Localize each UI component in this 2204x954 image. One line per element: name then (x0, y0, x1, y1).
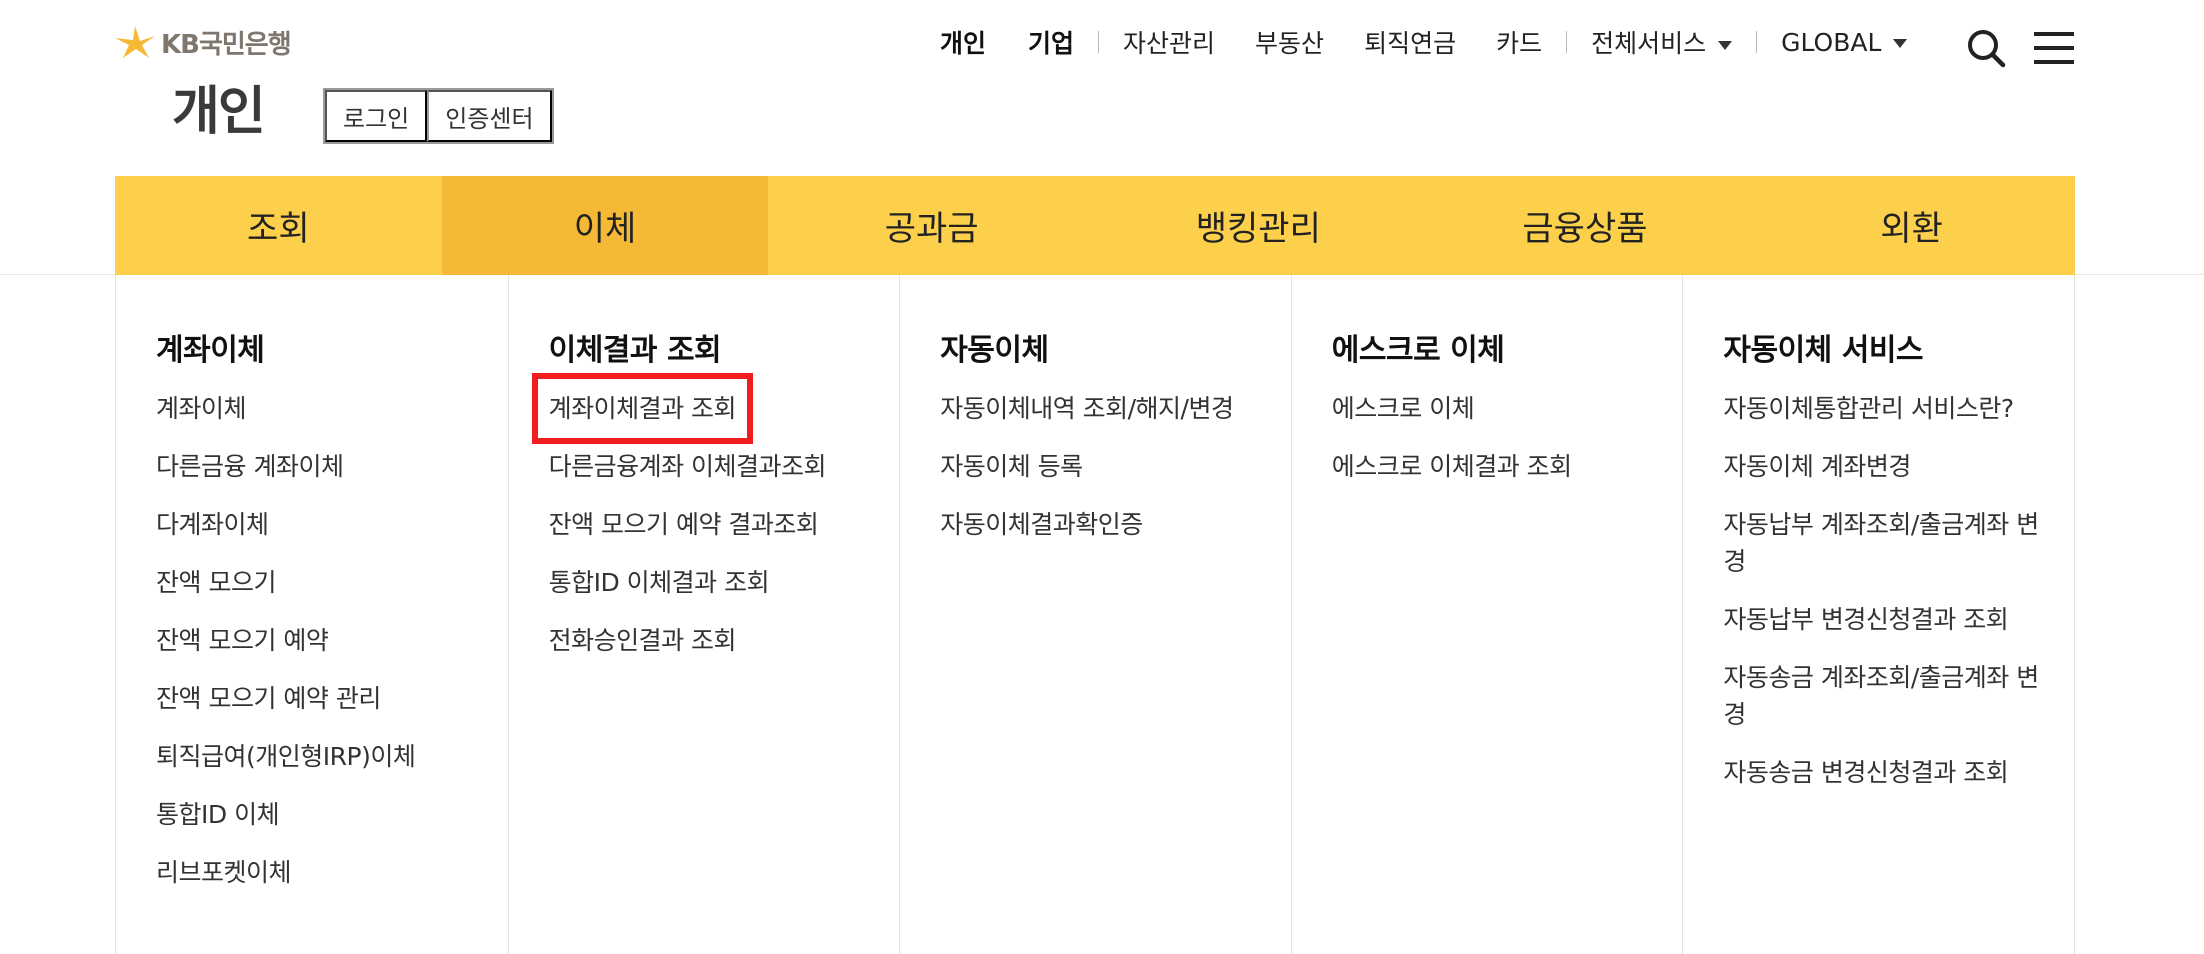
kb-bank-page: KB국민은행 개인 기업 자산관리 부동산 퇴직연금 카드 전체서비스 GLOB… (0, 0, 2204, 954)
submenu-link[interactable]: 자동납부 변경신청결과 조회 (1723, 601, 2043, 638)
tab-transfer[interactable]: 이체 (441, 176, 769, 275)
submenu-link[interactable]: 자동이체 계좌변경 (1723, 448, 2043, 485)
submenu-link[interactable]: 리브포켓이체 (156, 854, 476, 891)
submenu-link[interactable]: 자동이체결과확인증 (940, 506, 1260, 543)
submenu-link[interactable]: 퇴직급여(개인형IRP)이체 (156, 738, 476, 775)
submenu-link[interactable]: 에스크로 이체결과 조회 (1332, 448, 1652, 485)
submenu-column-auto-transfer-service: 자동이체 서비스 자동이체통합관리 서비스란? 자동이체 계좌변경 자동납부 계… (1682, 275, 2074, 954)
submenu-link[interactable]: 다른금융계좌 이체결과조회 (549, 448, 869, 485)
caret-down-icon (1893, 39, 1908, 48)
submenu-link[interactable]: 통합ID 이체 (156, 796, 476, 833)
submenu-link[interactable]: 자동납부 계좌조회/출금계좌 변경 (1723, 506, 2043, 580)
column-list: 계좌이체 다른금융 계좌이체 다계좌이체 잔액 모으기 잔액 모으기 예약 잔액… (156, 390, 508, 891)
submenu-link[interactable]: 자동송금 계좌조회/출금계좌 변경 (1723, 659, 2043, 733)
gnb-divider (1756, 31, 1758, 53)
submenu-column-transfer-results: 이체결과 조회 계좌이체결과 조회 다른금융계좌 이체결과조회 잔액 모으기 예… (507, 275, 900, 954)
tab-inquiry[interactable]: 조회 (115, 176, 442, 275)
highlighted-item-wrapper: 계좌이체결과 조회 (531, 373, 900, 444)
submenu-link[interactable]: 전화승인결과 조회 (549, 622, 869, 659)
tab-foreign-exchange[interactable]: 외환 (1748, 176, 2075, 275)
tab-financial-products[interactable]: 금융상품 (1422, 176, 1749, 275)
submenu-link[interactable]: 자동이체 등록 (940, 448, 1260, 485)
submenu-link-highlighted[interactable]: 계좌이체결과 조회 (531, 373, 754, 444)
gnb-personal[interactable]: 개인 (940, 24, 986, 60)
column-title: 자동이체 (940, 333, 1049, 368)
column-title: 이체결과 조회 (548, 333, 722, 368)
submenu-link[interactable]: 다른금융 계좌이체 (156, 448, 476, 485)
logo-text: KB국민은행 (161, 29, 292, 60)
submenu-column-auto-transfer: 자동이체 자동이체내역 조회/해지/변경 자동이체 등록 자동이체결과확인증 (899, 275, 1291, 954)
column-list: 에스크로 이체 에스크로 이체결과 조회 (1332, 390, 1683, 485)
gnb-pension[interactable]: 퇴직연금 (1364, 24, 1456, 60)
gnb-divider (1098, 31, 1100, 53)
gnb-global[interactable]: GLOBAL (1781, 27, 1908, 57)
submenu-column-escrow: 에스크로 이체 에스크로 이체 에스크로 이체결과 조회 (1290, 275, 1683, 954)
cert-center-button[interactable]: 인증센터 (427, 90, 552, 142)
submenu-link[interactable]: 자동이체내역 조회/해지/변경 (940, 390, 1260, 427)
submenu-link[interactable]: 잔액 모으기 (156, 564, 476, 601)
login-button-group: 로그인 인증센터 (323, 88, 554, 144)
column-list: 자동이체내역 조회/해지/변경 자동이체 등록 자동이체결과확인증 (940, 390, 1291, 543)
global-nav: 개인 기업 자산관리 부동산 퇴직연금 카드 전체서비스 GLOBAL (940, 22, 1908, 62)
hamburger-menu-icon[interactable] (2034, 30, 2074, 66)
submenu-link[interactable]: 계좌이체 (156, 390, 476, 427)
column-list: 자동이체통합관리 서비스란? 자동이체 계좌변경 자동납부 계좌조회/출금계좌 … (1723, 390, 2074, 791)
submenu-link[interactable]: 잔액 모으기 예약 관리 (156, 680, 476, 717)
main-menu: 조회 이체 공과금 뱅킹관리 금융상품 외환 (115, 176, 2075, 275)
submenu-link[interactable]: 에스크로 이체 (1332, 390, 1652, 427)
kb-logo[interactable]: KB국민은행 (113, 24, 292, 60)
search-icon[interactable] (1966, 28, 2006, 68)
gnb-all-services-label: 전체서비스 (1591, 29, 1707, 58)
submenu-panel: 계좌이체 계좌이체 다른금융 계좌이체 다계좌이체 잔액 모으기 잔액 모으기 … (115, 275, 2075, 954)
gnb-card[interactable]: 카드 (1496, 24, 1542, 60)
login-button[interactable]: 로그인 (325, 90, 428, 142)
gnb-all-services[interactable]: 전체서비스 (1591, 24, 1733, 60)
submenu-link[interactable]: 자동이체통합관리 서비스란? (1723, 390, 2043, 427)
submenu-link[interactable]: 다계좌이체 (156, 506, 476, 543)
submenu-link[interactable]: 잔액 모으기 예약 결과조회 (549, 506, 869, 543)
caret-down-icon (1718, 40, 1733, 50)
page-title: 개인 (172, 82, 266, 142)
gnb-business[interactable]: 기업 (1028, 24, 1074, 60)
kb-star-logo-icon (115, 26, 155, 58)
gnb-divider (1566, 31, 1568, 53)
gnb-asset-management[interactable]: 자산관리 (1123, 24, 1215, 60)
column-title: 계좌이체 (156, 333, 265, 368)
submenu-column-account-transfer: 계좌이체 계좌이체 다른금융 계좌이체 다계좌이체 잔액 모으기 잔액 모으기 … (116, 275, 508, 954)
column-list: 계좌이체결과 조회 다른금융계좌 이체결과조회 잔액 모으기 예약 결과조회 통… (531, 373, 900, 659)
column-title: 자동이체 서비스 (1723, 333, 1924, 368)
gnb-real-estate[interactable]: 부동산 (1255, 24, 1324, 60)
tab-banking-management[interactable]: 뱅킹관리 (1095, 176, 1422, 275)
gnb-global-label: GLOBAL (1781, 27, 1882, 57)
tab-utility-bills[interactable]: 공과금 (768, 176, 1095, 275)
submenu-link[interactable]: 잔액 모으기 예약 (156, 622, 476, 659)
column-title: 에스크로 이체 (1331, 333, 1505, 368)
submenu-link[interactable]: 자동송금 변경신청결과 조회 (1723, 754, 2043, 791)
submenu-link[interactable]: 통합ID 이체결과 조회 (549, 564, 869, 601)
